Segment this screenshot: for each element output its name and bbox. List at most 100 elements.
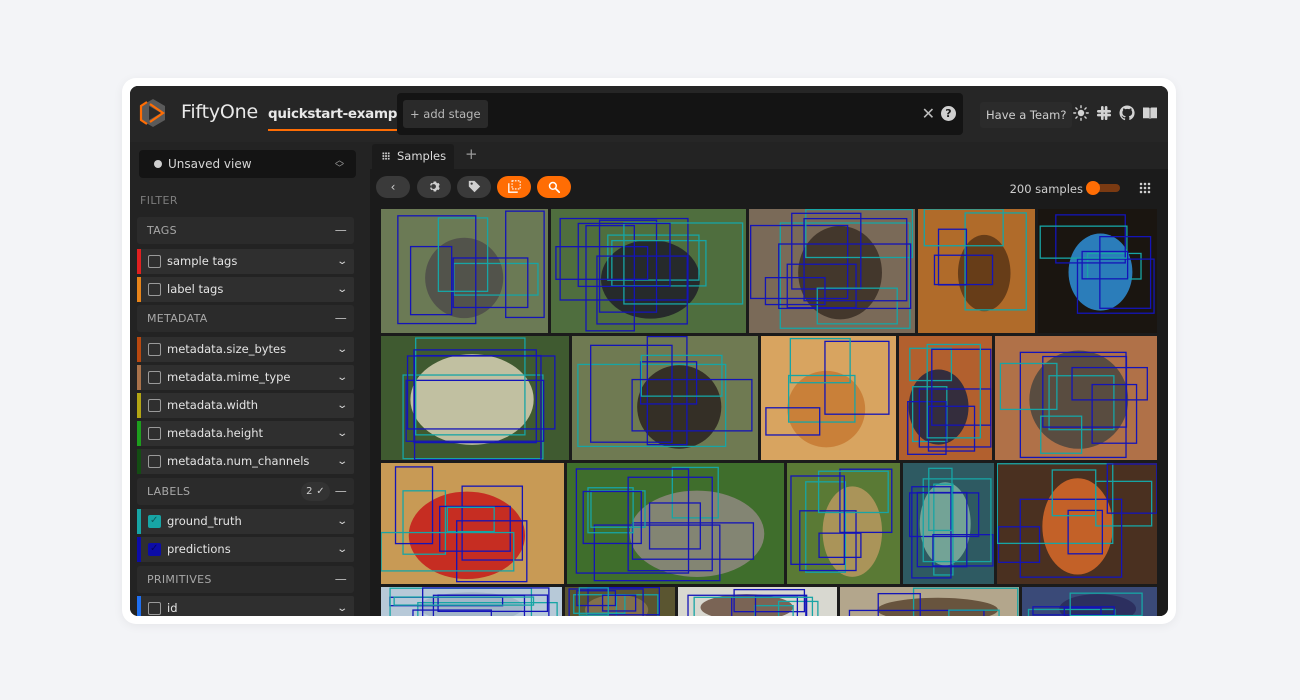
sample-subject bbox=[425, 237, 504, 319]
sample-tile[interactable] bbox=[572, 336, 758, 460]
sample-subject bbox=[410, 354, 534, 445]
field-row-id[interactable]: id ⌄ bbox=[137, 596, 354, 616]
field-row-metadata-num-channels[interactable]: metadata.num_channels ⌄ bbox=[137, 449, 354, 474]
sample-tile[interactable] bbox=[565, 587, 675, 616]
dataset-selector[interactable]: quickstart-example bbox=[268, 106, 411, 131]
sample-tile[interactable] bbox=[761, 336, 896, 460]
sun-icon[interactable] bbox=[1073, 105, 1089, 121]
sample-thumbnail bbox=[1039, 214, 1155, 314]
sample-tile[interactable] bbox=[918, 209, 1035, 333]
field-row-metadata-width[interactable]: metadata.width ⌄ bbox=[137, 393, 354, 418]
slider-knob[interactable] bbox=[1086, 181, 1100, 195]
chevron-down-icon[interactable]: ⌄ bbox=[336, 537, 348, 562]
field-checkbox[interactable] bbox=[148, 343, 161, 356]
tab-samples[interactable]: Samples bbox=[372, 144, 454, 169]
collapse-icon[interactable]: — bbox=[335, 305, 347, 332]
field-label: label tags bbox=[167, 282, 224, 296]
field-checkbox[interactable] bbox=[148, 399, 161, 412]
chevron-down-icon[interactable]: ⌄ bbox=[336, 509, 348, 534]
have-a-team-button[interactable]: Have a Team? bbox=[980, 102, 1073, 128]
sample-thumbnail bbox=[389, 587, 558, 616]
sample-tile[interactable] bbox=[840, 587, 1019, 616]
chevron-left-icon: ‹ bbox=[390, 180, 396, 194]
settings-button[interactable] bbox=[417, 176, 451, 198]
grid-layout-icon[interactable] bbox=[1139, 182, 1151, 194]
sample-tile[interactable] bbox=[1038, 209, 1157, 333]
add-stage-button[interactable]: + add stage bbox=[403, 100, 488, 128]
back-button[interactable]: ‹ bbox=[376, 176, 410, 198]
view-select-label: Unsaved view bbox=[168, 157, 252, 171]
sample-tile[interactable] bbox=[787, 463, 900, 584]
chevron-down-icon[interactable]: ⌄ bbox=[336, 421, 348, 446]
close-icon[interactable]: ✕ bbox=[922, 104, 935, 123]
group-header-primitives[interactable]: PRIMITIVES — bbox=[137, 566, 354, 593]
field-checkbox[interactable]: ✓ bbox=[148, 515, 161, 528]
sample-thumbnail bbox=[687, 588, 819, 616]
field-checkbox[interactable]: ✓ bbox=[148, 543, 161, 556]
field-row-metadata-size-bytes[interactable]: metadata.size_bytes ⌄ bbox=[137, 337, 354, 362]
collapse-icon[interactable]: — bbox=[335, 478, 347, 505]
group-header-metadata[interactable]: METADATA — bbox=[137, 305, 354, 332]
brand-name: FiftyOne bbox=[181, 101, 258, 123]
sample-tile[interactable] bbox=[1022, 587, 1157, 616]
field-row-ground-truth[interactable]: ✓ ground_truth ⌄ bbox=[137, 509, 354, 534]
field-row-predictions[interactable]: ✓ predictions ⌄ bbox=[137, 537, 354, 562]
view-bar[interactable]: + add stage ✕ ? bbox=[397, 93, 963, 135]
collapse-icon[interactable]: — bbox=[335, 566, 347, 593]
tag-button[interactable] bbox=[457, 176, 491, 198]
sample-subject bbox=[798, 225, 882, 320]
field-checkbox[interactable] bbox=[148, 255, 161, 268]
chevron-down-icon[interactable]: ⌄ bbox=[336, 337, 348, 362]
gear-icon bbox=[429, 181, 440, 192]
add-panel-button[interactable]: + bbox=[465, 145, 478, 163]
sample-tile[interactable] bbox=[381, 463, 564, 584]
sample-thumbnail bbox=[907, 343, 992, 455]
slack-icon[interactable] bbox=[1096, 105, 1112, 121]
chevron-down-icon[interactable]: ⌄ bbox=[336, 249, 348, 274]
field-color-bar bbox=[137, 365, 141, 390]
saved-view-select[interactable]: Unsaved view ︿ ﹀ bbox=[139, 150, 356, 178]
group-header-tags[interactable]: TAGS — bbox=[137, 217, 354, 244]
field-color-bar bbox=[137, 449, 141, 474]
grid-zoom-slider[interactable] bbox=[1086, 181, 1120, 195]
sample-tile[interactable] bbox=[381, 587, 562, 616]
sample-tile[interactable] bbox=[381, 209, 548, 333]
sample-gallery[interactable] bbox=[381, 209, 1159, 616]
group-header-labels[interactable]: LABELS 2 ✓ — bbox=[137, 478, 354, 505]
sample-thumbnail bbox=[999, 350, 1148, 459]
field-row-metadata-mime-type[interactable]: metadata.mime_type ⌄ bbox=[137, 365, 354, 390]
sample-tile[interactable] bbox=[995, 336, 1157, 460]
grid-icon bbox=[382, 152, 390, 160]
field-checkbox[interactable] bbox=[148, 427, 161, 440]
field-checkbox[interactable] bbox=[148, 602, 161, 615]
field-checkbox[interactable] bbox=[148, 455, 161, 468]
group-title: TAGS bbox=[147, 224, 177, 237]
sample-tile[interactable] bbox=[997, 463, 1157, 584]
sample-tile[interactable] bbox=[381, 336, 569, 460]
field-row-sample-tags[interactable]: sample tags ⌄ bbox=[137, 249, 354, 274]
help-icon[interactable]: ? bbox=[941, 106, 956, 121]
search-icon bbox=[548, 181, 561, 194]
field-row-metadata-height[interactable]: metadata.height ⌄ bbox=[137, 421, 354, 446]
chevron-down-icon[interactable]: ⌄ bbox=[336, 449, 348, 474]
sample-tile[interactable] bbox=[567, 463, 784, 584]
chevron-down-icon[interactable]: ⌄ bbox=[336, 277, 348, 302]
chevron-down-icon[interactable]: ⌄ bbox=[336, 393, 348, 418]
sample-tile[interactable] bbox=[749, 209, 915, 333]
chevron-down-icon[interactable]: ⌄ bbox=[336, 596, 348, 616]
collapse-icon[interactable]: — bbox=[335, 217, 347, 244]
sample-tile[interactable] bbox=[678, 587, 837, 616]
sample-tile[interactable] bbox=[903, 463, 994, 584]
field-checkbox[interactable] bbox=[148, 283, 161, 296]
github-icon[interactable] bbox=[1119, 105, 1135, 121]
selected-count-badge[interactable]: 2 ✓ bbox=[301, 482, 330, 501]
chevron-down-icon[interactable]: ⌄ bbox=[336, 365, 348, 390]
docs-book-icon[interactable] bbox=[1142, 105, 1158, 121]
field-row-label-tags[interactable]: label tags ⌄ bbox=[137, 277, 354, 302]
similarity-search-button[interactable] bbox=[537, 176, 571, 198]
patches-button[interactable] bbox=[497, 176, 531, 198]
sample-tile[interactable] bbox=[551, 209, 746, 333]
field-checkbox[interactable] bbox=[148, 371, 161, 384]
sample-tile[interactable] bbox=[899, 336, 992, 460]
fiftyone-logo-icon[interactable] bbox=[136, 96, 170, 130]
